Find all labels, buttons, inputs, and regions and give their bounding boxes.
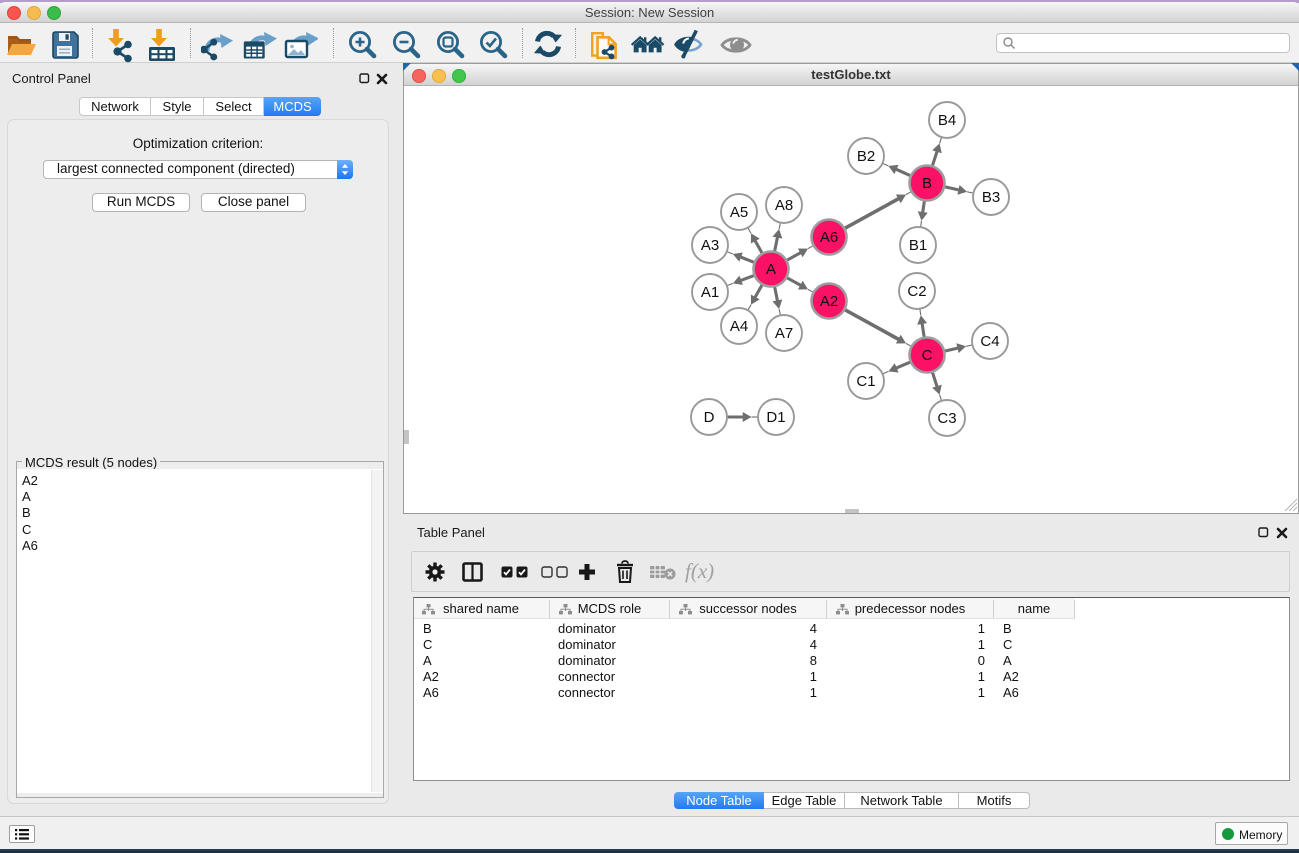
svg-text:C3: C3	[937, 410, 956, 427]
svg-text:C1: C1	[856, 373, 875, 390]
svg-text:D1: D1	[766, 409, 785, 426]
svg-text:A2: A2	[820, 293, 838, 310]
svg-text:A4: A4	[730, 318, 748, 335]
svg-text:A8: A8	[775, 197, 793, 214]
svg-text:A6: A6	[820, 229, 838, 246]
svg-text:B4: B4	[938, 112, 956, 129]
svg-text:C4: C4	[980, 333, 999, 350]
svg-text:C: C	[922, 347, 933, 364]
svg-text:A: A	[766, 261, 776, 278]
svg-text:A1: A1	[701, 284, 719, 301]
svg-text:A5: A5	[730, 204, 748, 221]
svg-text:B: B	[922, 175, 932, 192]
svg-text:B1: B1	[909, 237, 927, 254]
svg-text:B2: B2	[857, 148, 875, 165]
svg-text:D: D	[704, 409, 715, 426]
svg-text:A3: A3	[701, 237, 719, 254]
svg-text:B3: B3	[982, 189, 1000, 206]
svg-text:C2: C2	[907, 283, 926, 300]
svg-text:A7: A7	[775, 325, 793, 342]
